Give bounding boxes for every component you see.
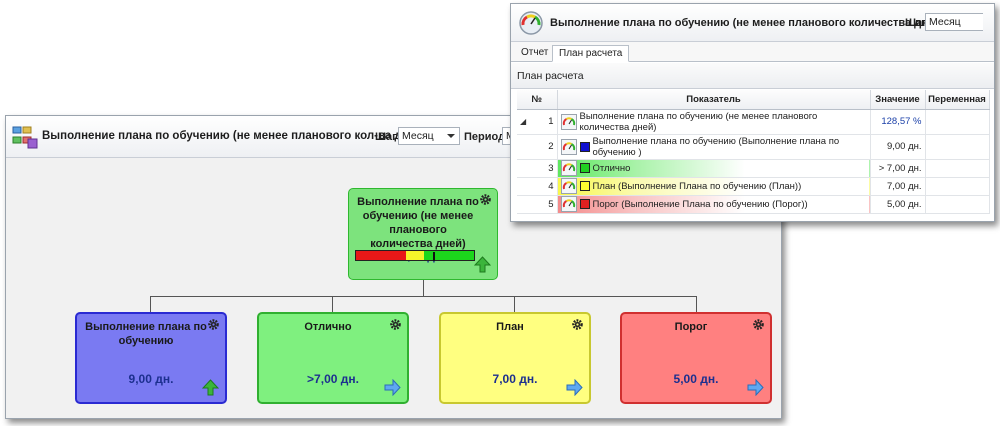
bar-segment-yellow: [405, 251, 425, 260]
step-select[interactable]: Месяц: [398, 127, 460, 145]
indicator-name: Отлично: [592, 162, 631, 174]
gauge-icon: [560, 138, 577, 155]
root-kpi-node[interactable]: Выполнение плана по обучению (не менее п…: [348, 188, 498, 280]
chevron-down-icon: [447, 134, 455, 138]
table-row[interactable]: 2 Выполнение плана по обучению (Выполнени…: [517, 134, 990, 160]
row-number: 4: [548, 180, 554, 192]
indicator-cell: Выполнение плана по обучению (Выполнение…: [557, 134, 871, 160]
tree-connector: [423, 279, 424, 297]
right-arrow-icon: [384, 379, 401, 396]
tab-bar: Отчет План расчета: [511, 42, 994, 62]
variable-cell: [925, 159, 990, 178]
variable-cell: [925, 134, 990, 160]
right-arrow-icon: [566, 379, 583, 396]
bar-segment-red: [356, 251, 406, 260]
indicator-cell: Порог (Выполнение Плана по обучению (Пор…: [557, 195, 871, 214]
tree-window-title: Выполнение плана по обучению (не менее п…: [42, 130, 427, 142]
child-kpi-node-actual[interactable]: Выполнение плана по обучению 9,00 дн.: [75, 312, 227, 404]
tree-connector: [514, 296, 515, 312]
indicator-name: План (Выполнение Плана по обучению (План…: [592, 180, 802, 192]
tree-connector: [332, 296, 333, 312]
variable-cell: [925, 177, 990, 196]
tree-connector: [696, 296, 697, 312]
tree-connector: [150, 296, 696, 297]
step-select-value: Месяц: [929, 16, 961, 28]
variable-cell: [925, 109, 990, 135]
row-number-cell: 5: [517, 195, 558, 214]
table-header-row: № Показатель Значение Переменная: [517, 90, 990, 110]
kpi-tree-app-icon: [12, 126, 38, 149]
calculation-table: № Показатель Значение Переменная ◢ 1 Выпол…: [517, 90, 990, 214]
indicator-cell: Выполнение плана по обучению (не менее п…: [557, 109, 871, 135]
bar-marker: [432, 252, 435, 261]
gauge-app-icon: [519, 11, 543, 35]
table-row[interactable]: 3 Отлично > 7,00 дн.: [517, 159, 990, 178]
table-row[interactable]: 5 Порог (Выполнение Плана по обучению (По…: [517, 195, 990, 214]
value-cell: 7,00 дн.: [870, 177, 926, 196]
column-header-value[interactable]: Значение: [870, 90, 926, 110]
step-select[interactable]: Месяц: [925, 13, 983, 31]
indicator-name: Выполнение плана по обучению (не менее п…: [579, 110, 818, 133]
indicator-name: Порог (Выполнение Плана по обучению (Пор…: [592, 198, 808, 210]
gear-icon[interactable]: [479, 193, 492, 206]
root-kpi-title: Выполнение плана по обучению (не менее п…: [357, 196, 479, 250]
table-window: Выполнение плана по обучению (не менее п…: [510, 3, 995, 222]
up-arrow-icon: [474, 256, 491, 273]
performance-bar: [355, 250, 475, 261]
table-window-header: Выполнение плана по обучению (не менее п…: [511, 4, 994, 42]
row-number: 1: [548, 116, 554, 127]
indicator-cell: План (Выполнение Плана по обучению (План…: [557, 177, 871, 196]
row-number: 2: [548, 141, 554, 152]
step-label: Шаг:: [375, 131, 401, 143]
table-window-title: Выполнение плана по обучению (не менее п…: [550, 17, 945, 29]
child-kpi-title: План: [496, 321, 524, 333]
row-number-cell: 4: [517, 177, 558, 196]
child-kpi-title: Отлично: [304, 321, 352, 333]
table-body: ◢ 1 Выполнение плана по обучению (не менее…: [517, 109, 990, 214]
tab-calculation-plan[interactable]: План расчета: [552, 45, 630, 62]
indicator-name: Выполнение плана по обучению (Выполнение…: [592, 135, 840, 158]
column-header-indicator[interactable]: Показатель: [557, 90, 871, 110]
child-kpi-node-excellent[interactable]: Отлично >7,00 дн.: [257, 312, 409, 404]
column-header-number[interactable]: №: [517, 90, 558, 110]
row-number: 5: [548, 198, 554, 210]
indicator-cell: Отлично: [557, 159, 871, 178]
value-cell: > 7,00 дн.: [870, 159, 926, 178]
section-title: План расчета: [517, 70, 584, 82]
value-cell: 5,00 дн.: [870, 195, 926, 214]
expand-arrow-icon[interactable]: ◢: [520, 117, 526, 126]
color-swatch: [579, 163, 590, 173]
gauge-icon: [560, 113, 577, 130]
variable-cell: [925, 195, 990, 214]
child-kpi-node-threshold[interactable]: Порог 5,00 дн.: [620, 312, 772, 404]
row-number-cell: ◢ 1: [517, 109, 558, 135]
table-row[interactable]: ◢ 1 Выполнение плана по обучению (не менее…: [517, 109, 990, 135]
gear-icon[interactable]: [389, 318, 402, 331]
color-swatch: [579, 141, 590, 152]
gear-icon[interactable]: [571, 318, 584, 331]
tree-connector: [150, 296, 151, 312]
gauge-icon: [560, 178, 577, 194]
right-arrow-icon: [747, 379, 764, 396]
child-kpi-title: Порог: [674, 321, 708, 333]
color-swatch: [579, 199, 590, 209]
section-header: План расчета: [511, 63, 994, 89]
gauge-icon: [560, 196, 577, 212]
up-arrow-icon: [202, 379, 219, 396]
row-number-cell: 3: [517, 159, 558, 178]
child-kpi-node-plan[interactable]: План 7,00 дн.: [439, 312, 591, 404]
color-swatch: [579, 181, 590, 191]
row-number-cell: 2: [517, 134, 558, 160]
column-header-variable[interactable]: Переменная: [925, 90, 990, 110]
tab-report[interactable]: Отчет: [515, 45, 554, 62]
gauge-icon: [560, 160, 577, 176]
step-select-value: Месяц: [402, 130, 434, 142]
row-number: 3: [548, 162, 554, 174]
table-row[interactable]: 4 План (Выполнение Плана по обучению (Пла…: [517, 177, 990, 196]
value-cell: 9,00 дн.: [870, 134, 926, 160]
gear-icon[interactable]: [207, 318, 220, 331]
gear-icon[interactable]: [752, 318, 765, 331]
child-kpi-title: Выполнение плана по обучению: [85, 321, 207, 347]
value-cell: 128,57 %: [870, 109, 926, 135]
